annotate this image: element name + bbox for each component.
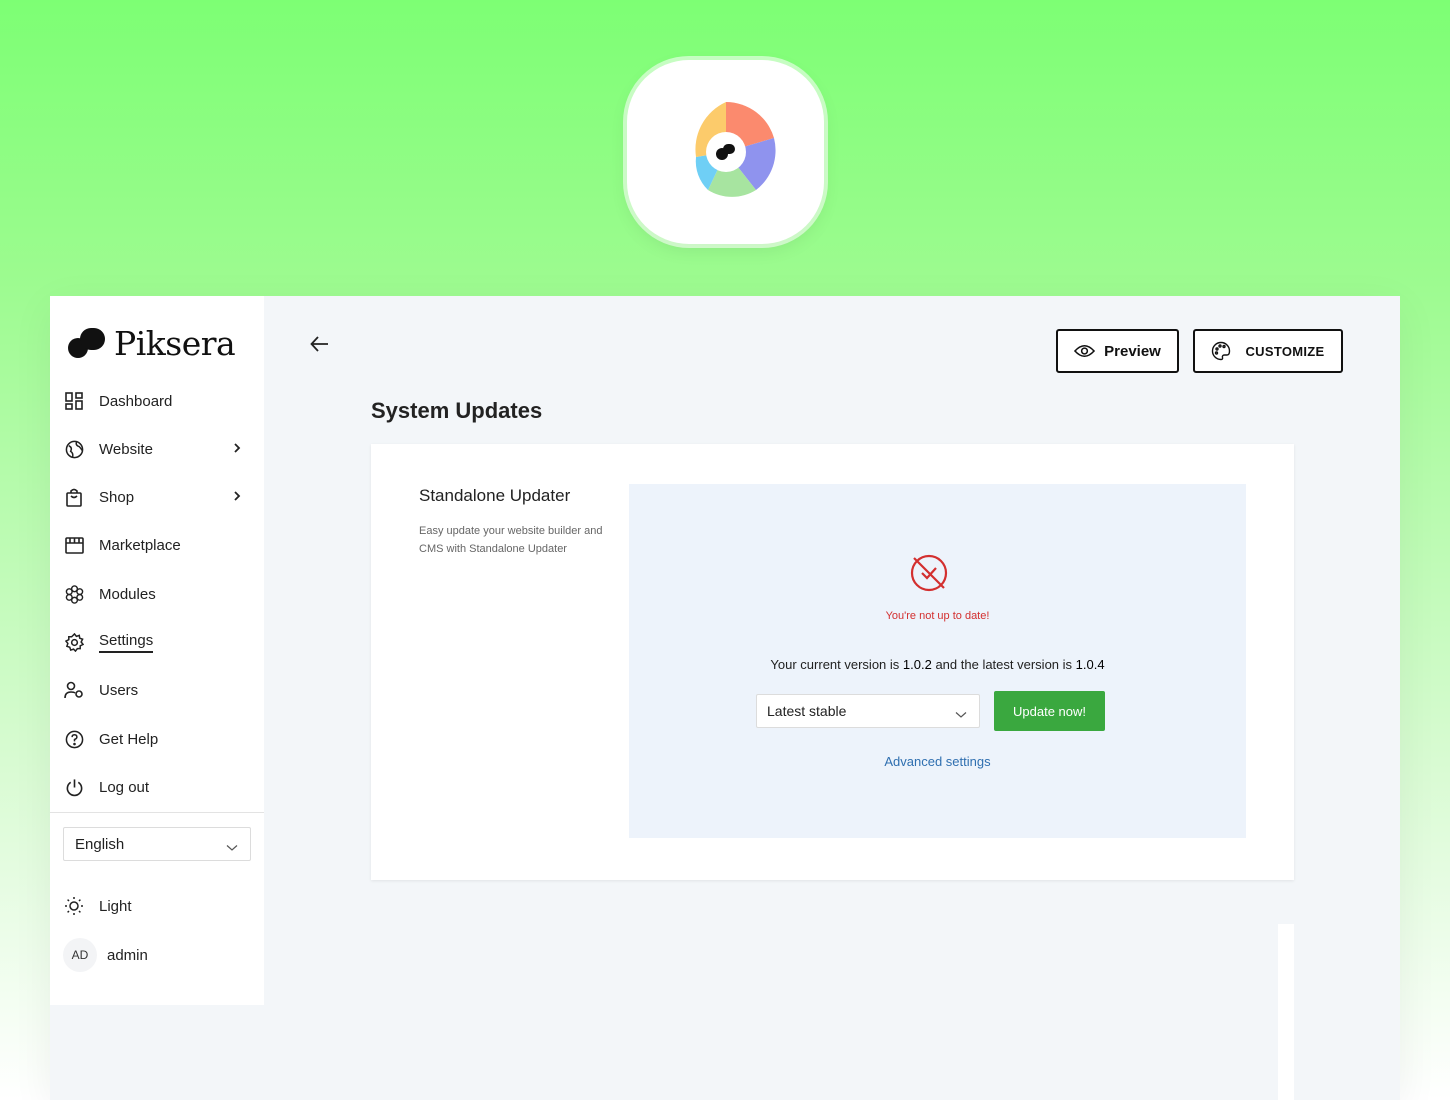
piksera-color-wheel-icon [694,102,776,197]
theme-toggle[interactable]: Light [64,890,250,922]
gear-icon [64,632,84,652]
globe-icon [64,439,84,459]
app-icon [627,60,824,244]
sidebar-item-label: Log out [99,778,150,796]
content-strip [1278,924,1294,1100]
language-select[interactable]: English [63,827,251,861]
updater-description: Easy update your website builder and CMS… [419,525,603,555]
sidebar-item-label: Website [99,440,153,458]
storefront-icon [64,535,84,555]
shopping-bag-icon [64,487,84,507]
customize-button[interactable]: CUSTOMIZE [1193,329,1343,373]
chevron-right-icon [232,441,242,460]
piksera-logo-icon [68,327,105,358]
sidebar: Piksera Dashboard Website Shop Marketpla… [50,296,264,1005]
back-button[interactable] [308,332,332,356]
sun-icon [64,896,84,916]
app-window: Piksera Dashboard Website Shop Marketpla… [50,296,1400,1100]
brand-name: Piksera [114,324,236,363]
brand-logo[interactable]: Piksera [68,324,236,363]
sidebar-item-modules[interactable]: Modules [64,578,250,610]
sidebar-item-settings[interactable]: Settings [64,626,250,658]
update-now-button[interactable]: Update now! [994,691,1105,731]
theme-label: Light [99,897,132,915]
sidebar-item-label: Settings [99,632,154,653]
sidebar-item-label: Marketplace [99,536,181,554]
sidebar-item-get-help[interactable]: Get Help [64,723,250,755]
sidebar-item-marketplace[interactable]: Marketplace [64,529,250,561]
language-value: English [75,835,125,853]
arrow-left-icon [310,336,328,352]
eye-icon [1074,344,1096,358]
preview-button[interactable]: Preview [1056,329,1179,373]
user-name: admin [107,946,148,964]
dashboard-icon [64,391,84,411]
updater-card: Standalone Updater Easy update your webs… [371,444,1294,880]
preview-label: Preview [1104,342,1161,360]
latest-version: 1.0.4 [1075,657,1105,672]
chevron-down-icon [955,706,967,722]
sidebar-item-log-out[interactable]: Log out [64,771,250,803]
sidebar-item-label: Users [99,681,139,699]
power-icon [64,777,84,797]
advanced-settings-link[interactable]: Advanced settings [629,754,1246,769]
palette-icon [1211,341,1231,361]
page-title: System Updates [371,398,543,423]
version-info: Your current version is 1.0.2 and the la… [770,657,1105,672]
sidebar-item-users[interactable]: Users [64,674,250,706]
avatar: AD [63,938,97,972]
release-channel-value: Latest stable [767,703,847,719]
current-version: 1.0.2 [902,657,932,672]
chevron-right-icon [232,489,242,508]
sidebar-item-label: Shop [99,488,135,506]
sidebar-item-label: Modules [99,585,156,603]
sidebar-item-dashboard[interactable]: Dashboard [64,385,250,417]
updater-title: Standalone Updater [419,486,571,505]
sidebar-item-label: Get Help [99,730,159,748]
status-message: You're not up to date! [885,610,990,622]
modules-icon [64,584,84,604]
sidebar-item-label: Dashboard [99,392,173,410]
user-menu[interactable]: AD admin [63,938,249,972]
users-icon [64,680,84,700]
sidebar-item-shop[interactable]: Shop [64,481,250,513]
customize-label: CUSTOMIZE [1245,343,1325,359]
not-up-to-date-icon [909,553,949,593]
release-channel-select[interactable]: Latest stable [756,694,980,728]
help-icon [64,729,84,749]
chevron-down-icon [226,839,238,856]
update-status-panel: You're not up to date! Your current vers… [629,484,1246,838]
sidebar-item-website[interactable]: Website [64,433,250,465]
sidebar-divider [50,812,264,813]
